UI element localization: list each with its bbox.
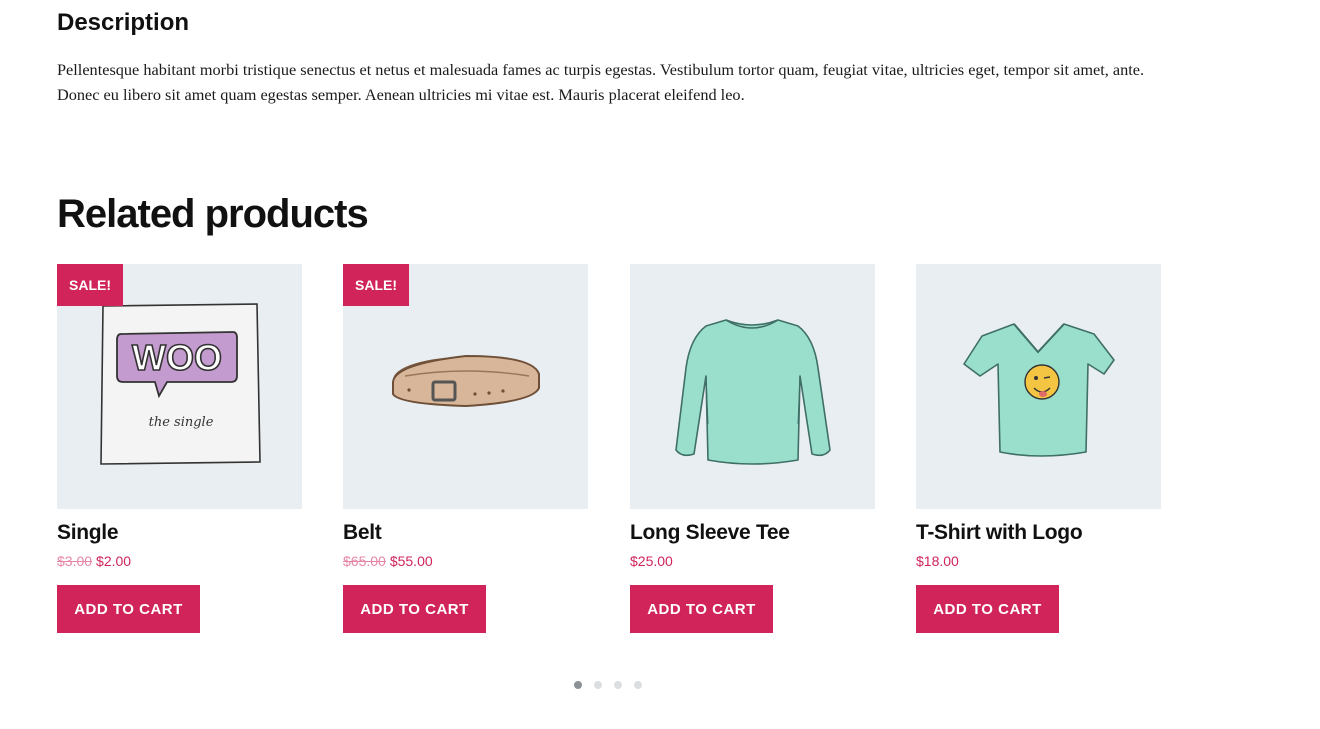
price: $25.00 [630,553,673,569]
t-shirt-image [963,323,1115,457]
sale-price: $2.00 [96,553,132,569]
carousel-dot-4[interactable] [634,681,642,689]
carousel-dot-3[interactable] [614,681,622,689]
product-card-t-shirt-with-logo: T-Shirt with Logo $18.00 ADD TO CART [916,264,1161,633]
product-card-single: SALE! WOO the single Single $3.00 $2.00 A… [57,264,302,633]
product-price: $18.00 [916,551,959,571]
product-card-long-sleeve-tee: Long Sleeve Tee $25.00 ADD TO CART [630,264,875,633]
add-to-cart-button[interactable]: ADD TO CART [343,585,486,633]
description-heading: Description [57,9,190,36]
product-price: $25.00 [630,551,673,571]
add-to-cart-button[interactable]: ADD TO CART [916,585,1059,633]
product-price: $3.00 $2.00 [57,551,131,571]
add-to-cart-button[interactable]: ADD TO CART [57,585,200,633]
price: $18.00 [916,553,959,569]
related-products-heading: Related products [57,192,369,236]
carousel-dot-2[interactable] [594,681,602,689]
product-image-link[interactable] [916,264,1161,509]
woo-logo-text: WOO [132,337,222,378]
carousel-dot-1[interactable] [574,681,582,689]
product-image-link[interactable] [630,264,875,509]
product-price: $65.00 $55.00 [343,551,433,571]
product-image-link[interactable]: SALE! WOO the single [57,264,302,509]
original-price: $65.00 [343,553,386,569]
long-sleeve-tee-image [675,319,831,465]
sale-badge: SALE! [343,264,409,306]
product-name[interactable]: Single [57,518,119,548]
original-price: $3.00 [57,553,93,569]
product-name[interactable]: Long Sleeve Tee [630,518,790,548]
sale-price: $55.00 [389,553,433,569]
add-to-cart-button[interactable]: ADD TO CART [630,585,773,633]
product-card-belt: SALE! Belt $65.00 $55.00 ADD TO CART [343,264,588,633]
cover-caption-text: the single [149,415,214,430]
sale-badge: SALE! [57,264,123,306]
description-text: Pellentesque habitant morbi tristique se… [57,60,1145,104]
product-name[interactable]: Belt [343,518,382,548]
product-name[interactable]: T-Shirt with Logo [916,518,1083,548]
product-image-link[interactable]: SALE! [343,264,588,509]
